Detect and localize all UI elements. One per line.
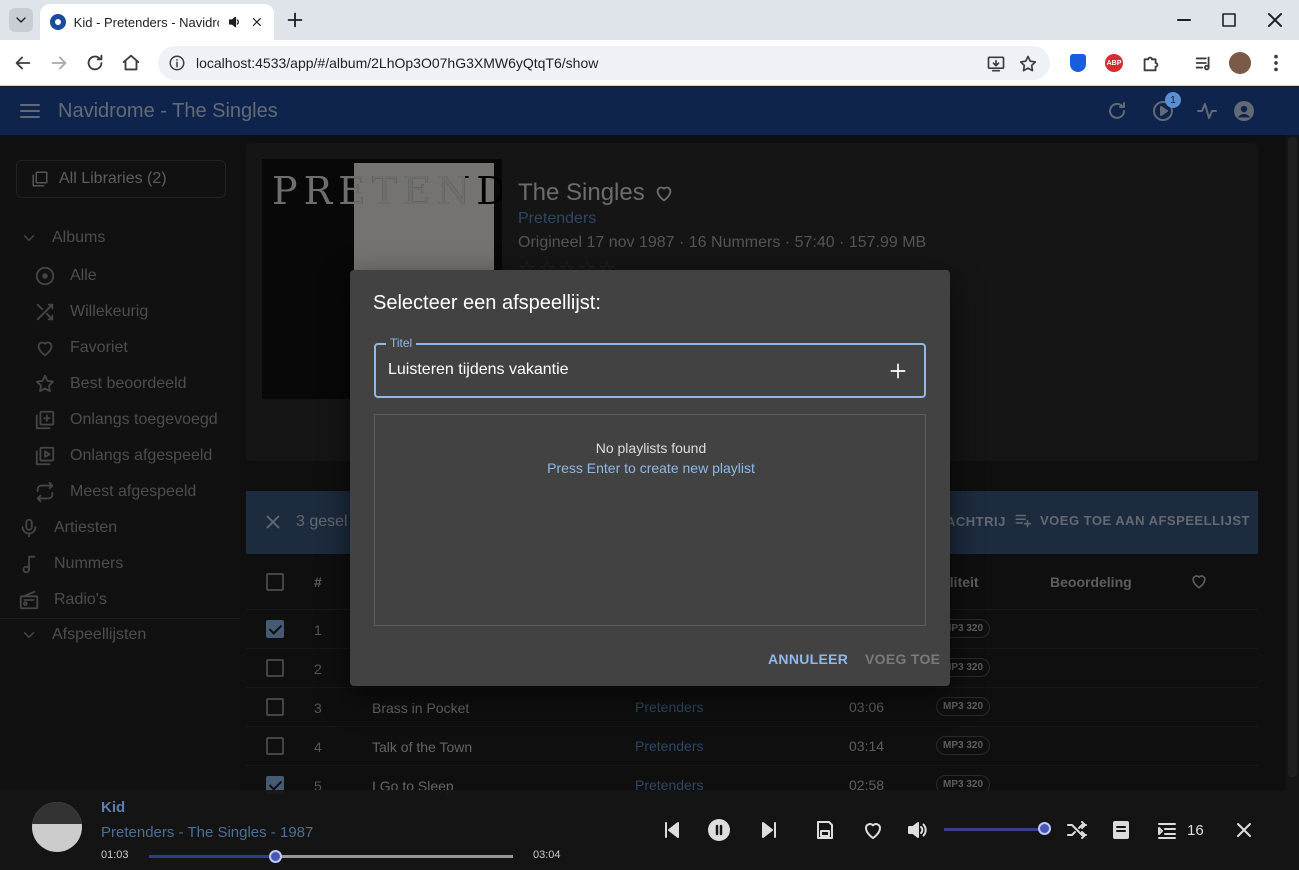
kebab-menu-icon[interactable]	[1265, 52, 1287, 74]
tab-title: Kid - Pretenders - Navidrome	[73, 14, 219, 30]
total-time: 03:04	[533, 849, 561, 861]
back-icon[interactable]	[12, 52, 34, 74]
url-text[interactable]: localhost:4533/app/#/album/2LhOp3O07hG3X…	[196, 55, 598, 71]
browser-toolbar: localhost:4533/app/#/album/2LhOp3O07hG3X…	[0, 40, 1299, 86]
forward-icon[interactable]	[48, 52, 70, 74]
tab-close-icon[interactable]	[250, 15, 264, 29]
current-time: 01:03	[101, 849, 129, 861]
playlist-list: No playlists found Press Enter to create…	[374, 414, 926, 626]
pause-icon[interactable]	[707, 818, 731, 842]
bitwarden-extension-icon[interactable]	[1067, 52, 1089, 74]
create-hint: Press Enter to create new playlist	[547, 460, 755, 476]
chevron-down-icon	[16, 17, 26, 23]
volume-handle[interactable]	[1038, 822, 1051, 835]
site-info-icon[interactable]	[168, 54, 186, 72]
player-album-line[interactable]: Pretenders - The Singles - 1987	[101, 824, 313, 841]
media-control-icon[interactable]	[1193, 52, 1215, 74]
player-cover[interactable]	[32, 802, 82, 852]
tab-search-button[interactable]	[9, 8, 33, 32]
dialog-title: Selecteer een afspeellijst:	[373, 292, 601, 314]
skip-next-icon[interactable]	[757, 818, 781, 842]
skip-previous-icon[interactable]	[660, 818, 684, 842]
music-player: Kid Pretenders - The Singles - 1987 01:0…	[0, 790, 1299, 870]
new-tab-icon[interactable]	[284, 9, 306, 31]
install-app-icon[interactable]	[986, 54, 1006, 74]
playlist-title-input[interactable]: Luisteren tijdens vakantie	[388, 361, 569, 379]
progress-fill	[149, 855, 275, 858]
maximize-icon[interactable]	[1217, 8, 1241, 32]
empty-message: No playlists found	[595, 440, 707, 456]
shuffle-mode-icon[interactable]	[1065, 818, 1089, 842]
extensions-puzzle-icon[interactable]	[1140, 52, 1162, 74]
adblock-extension-icon[interactable]: ABP	[1103, 52, 1125, 74]
select-playlist-dialog: Selecteer een afspeellijst: Titel Luiste…	[350, 270, 950, 686]
progress-bar[interactable]	[149, 850, 513, 863]
activity-badge: 1	[1165, 92, 1181, 108]
window-close-icon[interactable]	[1263, 8, 1287, 32]
profile-avatar[interactable]	[1229, 52, 1251, 74]
volume-slider[interactable]	[944, 828, 1044, 831]
add-icon[interactable]	[888, 361, 908, 381]
progress-handle[interactable]	[268, 850, 282, 863]
love-heart-icon[interactable]	[861, 818, 885, 842]
volume-icon[interactable]	[905, 818, 929, 842]
speaker-icon[interactable]	[227, 14, 243, 30]
bookmark-star-icon[interactable]	[1018, 54, 1038, 74]
navidrome-favicon-icon	[50, 14, 66, 30]
minimize-icon[interactable]	[1172, 8, 1196, 32]
lyrics-icon[interactable]	[1109, 818, 1133, 842]
save-icon[interactable]	[813, 818, 837, 842]
queue-list-icon[interactable]	[1155, 818, 1179, 842]
cancel-button[interactable]: ANNULEER	[768, 651, 848, 667]
field-label: Titel	[386, 336, 417, 350]
close-player-icon[interactable]	[1232, 818, 1256, 842]
browser-tab-active[interactable]: Kid - Pretenders - Navidrome	[40, 4, 274, 40]
add-button[interactable]: VOEG TOE	[865, 651, 940, 667]
queue-count: 16	[1187, 822, 1204, 839]
home-icon[interactable]	[120, 52, 142, 74]
player-track-title[interactable]: Kid	[101, 799, 125, 816]
browser-tabbar: Kid - Pretenders - Navidrome	[0, 0, 1299, 40]
reload-icon[interactable]	[84, 52, 106, 74]
address-bar[interactable]: localhost:4533/app/#/album/2LhOp3O07hG3X…	[158, 46, 1050, 80]
playlist-title-field[interactable]: Titel Luisteren tijdens vakantie	[374, 336, 926, 398]
